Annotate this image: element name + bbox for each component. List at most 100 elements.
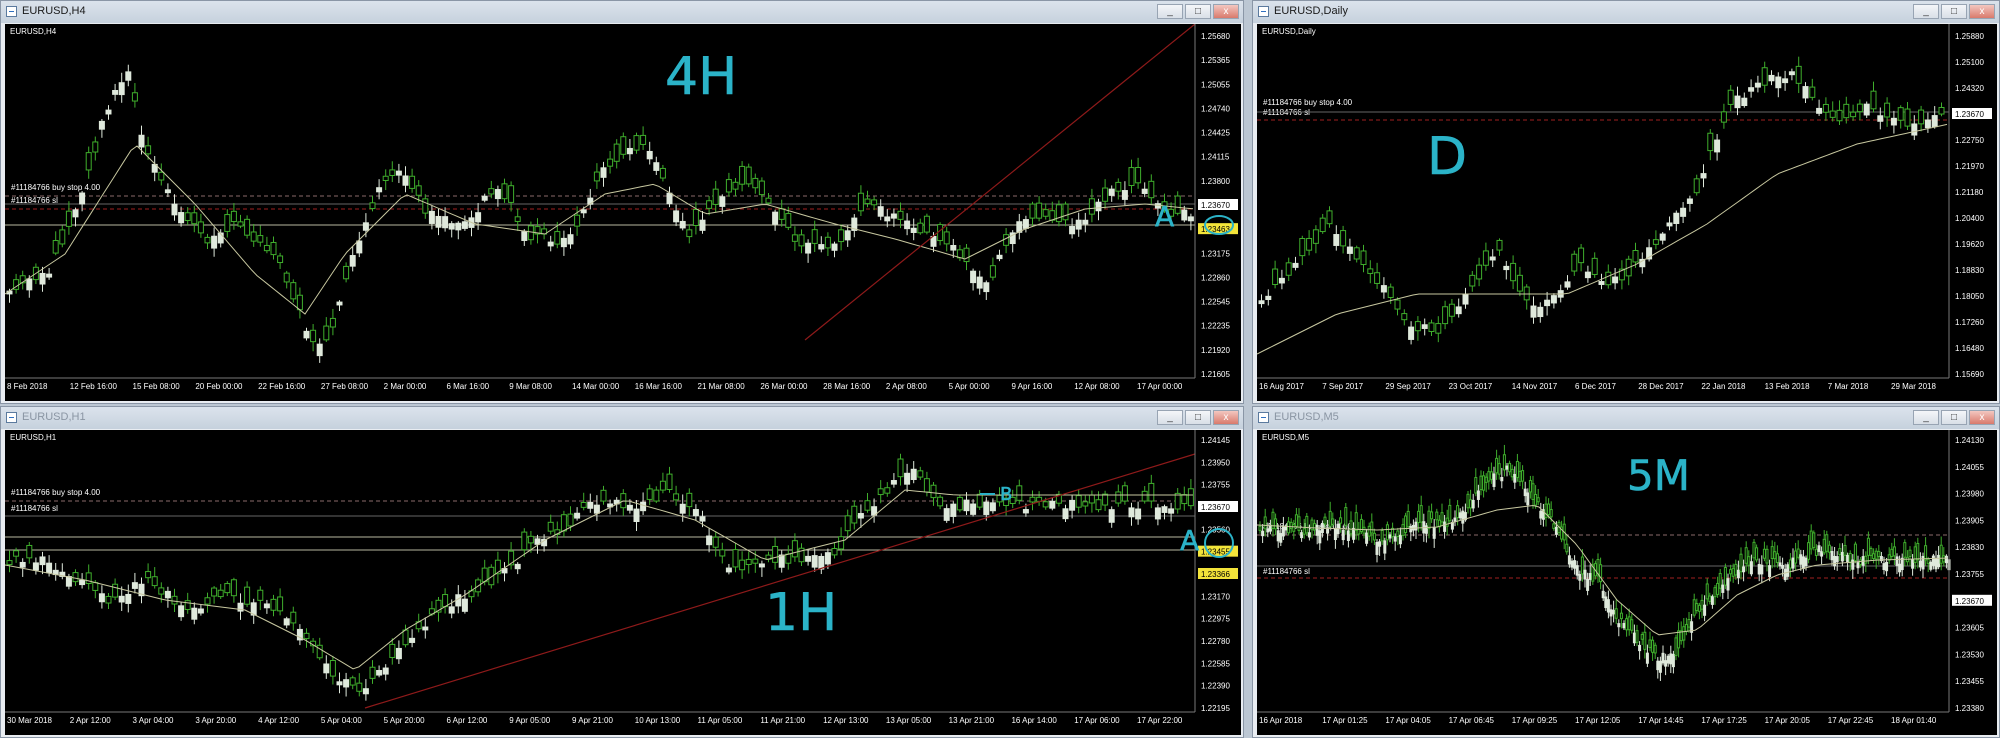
candle (1378, 541, 1382, 547)
candle (1669, 653, 1673, 665)
minimize-button[interactable]: _ (1157, 4, 1183, 19)
candle (824, 236, 831, 249)
window-eurusd-h1[interactable]: EURUSD,H1 _ □ x EURUSD,H1 #11184766 buy … (0, 406, 1244, 738)
window-eurusd-h4[interactable]: EURUSD,H4 _ □ x EURUSD,H4 #11184766 buy … (0, 0, 1244, 404)
order-label: #11184766 sl (1263, 567, 1310, 576)
candle (1372, 532, 1376, 541)
candle (270, 241, 277, 256)
candle (1550, 295, 1557, 304)
time-tick-label: 3 Apr 20:00 (195, 716, 236, 725)
candle (1428, 322, 1435, 333)
window-titlebar[interactable]: EURUSD,Daily _ □ x (1253, 1, 1999, 23)
window-eurusd-daily[interactable]: EURUSD,Daily _ □ x EURUSD,Daily #1118476… (1252, 0, 2000, 404)
time-tick-label: 13 Apr 05:00 (886, 716, 932, 725)
candle (310, 329, 317, 343)
candle (1898, 563, 1902, 573)
candle (1760, 564, 1764, 575)
time-tick-label: 8 Feb 2018 (7, 382, 48, 391)
candle (494, 189, 501, 200)
candle (1536, 497, 1540, 503)
candle (1082, 501, 1089, 507)
time-tick-label: 5 Apr 20:00 (384, 716, 425, 725)
moving-average-line (5, 489, 1193, 670)
candle (838, 229, 845, 243)
time-tick-label: 16 Apr 14:00 (1011, 716, 1057, 725)
maximize-button[interactable]: □ (1941, 4, 1967, 19)
candle (1154, 507, 1161, 520)
chart-window-icon (6, 412, 17, 423)
close-button[interactable]: x (1213, 410, 1239, 425)
candle (864, 198, 871, 205)
candle (811, 555, 818, 568)
candle (389, 643, 396, 658)
window-titlebar[interactable]: EURUSD,H4 _ □ x (1, 1, 1243, 23)
price-tick-label: 1.25365 (1201, 56, 1230, 65)
candle (290, 282, 297, 300)
candle (197, 608, 204, 614)
candle (336, 301, 343, 306)
maximize-button[interactable]: □ (1185, 4, 1211, 19)
time-tick-label: 23 Oct 2017 (1449, 382, 1493, 391)
candle (1802, 86, 1809, 99)
time-tick-label: 16 Mar 16:00 (635, 382, 683, 391)
time-tick-label: 7 Sep 2017 (1322, 382, 1363, 391)
minimize-button[interactable]: _ (1913, 410, 1939, 425)
candle (1575, 565, 1579, 576)
candle (349, 677, 356, 686)
candle (1755, 547, 1759, 561)
price-tick-label: 1.17260 (1955, 318, 1984, 327)
candle (1856, 562, 1860, 569)
price-tick-label: 1.23175 (1201, 249, 1230, 258)
minimize-button[interactable]: _ (1157, 410, 1183, 425)
candle (1049, 210, 1056, 221)
candle (831, 547, 838, 556)
candle (1388, 534, 1392, 539)
candle (1829, 110, 1836, 118)
window-eurusd-m5[interactable]: EURUSD,M5 _ □ x EURUSD,M5 #11184766 buy … (1252, 406, 2000, 738)
maximize-button[interactable]: □ (1185, 410, 1211, 425)
order-label: #11184766 buy stop 4.00 (11, 183, 101, 192)
candle (1148, 482, 1155, 502)
price-chart-h4[interactable]: EURUSD,H4 #11184766 buy stop 4.00 #111847… (5, 24, 1241, 401)
candle (1409, 526, 1413, 533)
candle (105, 109, 112, 115)
price-tick-label: 1.24320 (1955, 84, 1984, 93)
window-titlebar[interactable]: EURUSD,H1 _ □ x (1, 407, 1243, 429)
candle (1757, 564, 1761, 575)
candle (1625, 618, 1629, 631)
candle (1929, 561, 1933, 570)
candle (1430, 511, 1434, 520)
candle (428, 210, 435, 224)
candle (1736, 569, 1740, 579)
maximize-button[interactable]: □ (1941, 410, 1967, 425)
candle (1049, 500, 1056, 509)
price-chart-daily[interactable]: EURUSD,Daily #11184766 buy stop 4.00 #111… (1257, 24, 1997, 401)
window-titlebar[interactable]: EURUSD,M5 _ □ x (1253, 407, 1999, 429)
candle (1713, 587, 1717, 598)
candle (923, 215, 930, 233)
close-button[interactable]: x (1969, 4, 1995, 19)
candle (1495, 457, 1499, 474)
candle (1911, 559, 1915, 569)
candle (1892, 546, 1896, 557)
candle (1340, 230, 1347, 247)
time-tick-label: 17 Apr 01:25 (1322, 716, 1368, 725)
price-chart-m5[interactable]: EURUSD,M5 #11184766 buy stop 4.00#111847… (1257, 430, 1997, 735)
candle (646, 150, 653, 160)
candle (1274, 518, 1278, 530)
candle (1565, 543, 1569, 553)
candle (613, 143, 620, 162)
candle (1710, 596, 1714, 605)
candle (1666, 222, 1673, 227)
close-button[interactable]: x (1969, 410, 1995, 425)
candle (422, 198, 429, 214)
close-button[interactable]: x (1213, 4, 1239, 19)
candle (1135, 508, 1142, 520)
candle (138, 134, 145, 148)
candle (1877, 550, 1881, 557)
candle (593, 504, 600, 514)
candle (1353, 247, 1360, 260)
candle (1297, 516, 1301, 531)
minimize-button[interactable]: _ (1913, 4, 1939, 19)
price-chart-h1[interactable]: EURUSD,H1 #11184766 buy stop 4.00 #111847… (5, 430, 1241, 735)
